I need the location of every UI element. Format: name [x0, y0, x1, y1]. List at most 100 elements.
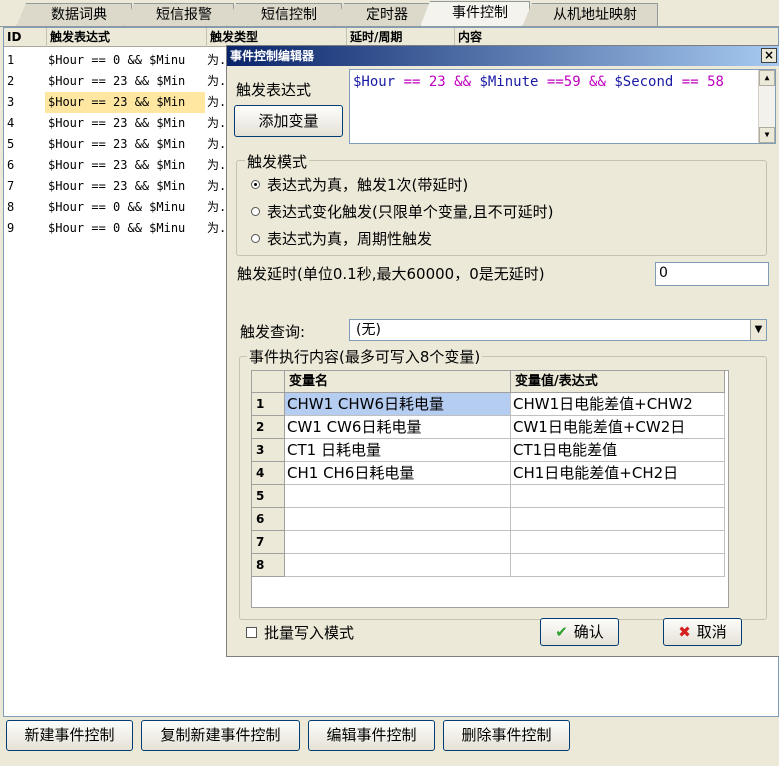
- grid-row-number[interactable]: 8: [252, 554, 285, 577]
- grid-row-number[interactable]: 1: [252, 393, 285, 416]
- delay-input[interactable]: 0: [655, 262, 769, 286]
- grid-header-name[interactable]: 变量名: [285, 371, 511, 393]
- list-row[interactable]: 4 $Hour == 23 && $Min 为.: [4, 113, 234, 134]
- expression-scrollbar[interactable]: ▲ ▼: [758, 70, 775, 143]
- tab-label: 事件控制: [452, 5, 508, 21]
- tab-slave-address-map[interactable]: 从机地址映射: [522, 3, 658, 27]
- tab-label: 短信报警: [156, 7, 212, 23]
- row-expression: $Hour == 23 && $Min: [48, 74, 186, 88]
- close-icon[interactable]: ×: [761, 48, 777, 63]
- list-row[interactable]: 2 $Hour == 23 && $Min 为.: [4, 71, 234, 92]
- grid-cell-name[interactable]: [285, 531, 511, 554]
- mode-radio-periodic[interactable]: [251, 234, 260, 243]
- list-row[interactable]: 6 $Hour == 23 && $Min 为.: [4, 155, 234, 176]
- dialog-title-bar[interactable]: 事件控制编辑器 ×: [227, 46, 779, 66]
- grid-cell-name[interactable]: CHW1 CHW6日耗电量: [285, 393, 511, 416]
- mode-radio-once[interactable]: [251, 180, 260, 189]
- row-id: 5: [7, 137, 15, 151]
- query-selected-value: (无): [356, 322, 381, 338]
- scroll-up-icon[interactable]: ▲: [759, 70, 775, 86]
- list-row[interactable]: 1 $Hour == 0 && $Minu 为.: [4, 50, 234, 71]
- list-row[interactable]: 9 $Hour == 0 && $Minu 为.: [4, 218, 234, 239]
- column-expression[interactable]: 触发表达式: [47, 28, 207, 47]
- tab-sms-alarm[interactable]: 短信报警: [124, 3, 234, 27]
- grid-cell-value[interactable]: CHW1日电能差值+CHW2: [511, 393, 725, 416]
- batch-write-checkbox[interactable]: [246, 627, 257, 638]
- edit-event-button[interactable]: 编辑事件控制: [308, 720, 435, 751]
- delay-label: 触发延时(单位0.1秒,最大60000，0是无延时): [237, 265, 545, 283]
- list-row[interactable]: 7 $Hour == 23 && $Min 为.: [4, 176, 234, 197]
- grid-cell-value[interactable]: CH1日电能差值+CH2日: [511, 462, 725, 485]
- mode-label-periodic[interactable]: 表达式为真，周期性触发: [267, 228, 432, 249]
- expression-token: ==: [538, 74, 564, 90]
- grid-cell-name[interactable]: [285, 485, 511, 508]
- batch-write-label[interactable]: 批量写入模式: [264, 622, 354, 643]
- copy-new-event-button[interactable]: 复制新建事件控制: [141, 720, 300, 751]
- tab-label: 从机地址映射: [553, 7, 637, 23]
- list-row[interactable]: 8 $Hour == 0 && $Minu 为.: [4, 197, 234, 218]
- tab-event-control[interactable]: 事件控制: [420, 1, 530, 27]
- expression-token: $Minute: [479, 74, 539, 90]
- grid-cell-name[interactable]: [285, 554, 511, 577]
- variable-grid[interactable]: 变量名 变量值/表达式 1 CHW1 CHW6日耗电量 CHW1日电能差值+CH…: [251, 370, 729, 608]
- grid-header-value[interactable]: 变量值/表达式: [511, 371, 725, 393]
- grid-cell-name[interactable]: CT1 日耗电量: [285, 439, 511, 462]
- row-id: 1: [7, 53, 15, 67]
- ok-button[interactable]: ✔ 确认: [540, 618, 619, 646]
- row-id: 9: [7, 221, 15, 235]
- event-control-editor-dialog: 事件控制编辑器 × 触发表达式 添加变量 $Hour == 23 && $Min…: [226, 45, 779, 657]
- check-icon: ✔: [555, 623, 568, 641]
- grid-cell-value[interactable]: [511, 485, 725, 508]
- row-expression: $Hour == 23 && $Min: [48, 158, 186, 172]
- grid-row-number[interactable]: 5: [252, 485, 285, 508]
- cancel-button[interactable]: ✖ 取消: [663, 618, 742, 646]
- tab-sms-control[interactable]: 短信控制: [226, 3, 342, 27]
- tab-data-dictionary[interactable]: 数据词典: [16, 3, 132, 27]
- chevron-down-icon[interactable]: ▼: [750, 320, 766, 340]
- expression-token: ==: [673, 74, 708, 90]
- list-row-selected[interactable]: 3 $Hour == 23 && $Min 为.: [4, 92, 234, 113]
- expression-token: 59: [563, 74, 581, 90]
- column-id[interactable]: ID: [4, 28, 47, 47]
- expression-input[interactable]: $Hour == 23 && $Minute ==59 && $Second =…: [349, 69, 776, 144]
- grid-row-number[interactable]: 3: [252, 439, 285, 462]
- grid-row-number[interactable]: 7: [252, 531, 285, 554]
- tab-strip: 数据词典 短信报警 短信控制 定时器 事件控制 从机地址映射: [0, 0, 779, 27]
- grid-cell-value[interactable]: CT1日电能差值: [511, 439, 725, 462]
- grid-cell-name[interactable]: CW1 CW6日耗电量: [285, 416, 511, 439]
- row-id: 3: [7, 95, 15, 109]
- grid-cell-name[interactable]: [285, 508, 511, 531]
- trigger-mode-title: 触发模式: [245, 151, 310, 172]
- expression-token: 23: [428, 74, 446, 90]
- mode-radio-change[interactable]: [251, 207, 260, 216]
- ok-label: 确认: [573, 623, 604, 641]
- row-expression: $Hour == 0 && $Minu: [48, 200, 186, 214]
- mode-label-change[interactable]: 表达式变化触发(只限单个变量,且不可延时): [267, 201, 553, 222]
- grid-corner: [252, 371, 285, 393]
- row-expression: $Hour == 23 && $Min: [48, 116, 186, 130]
- expression-token: ==: [395, 74, 429, 90]
- grid-cell-value[interactable]: CW1日电能差值+CW2日: [511, 416, 725, 439]
- grid-cell-value[interactable]: [511, 531, 725, 554]
- mode-label-once[interactable]: 表达式为真，触发1次(带延时): [267, 174, 468, 195]
- cross-icon: ✖: [678, 623, 691, 641]
- tab-label: 短信控制: [261, 7, 317, 23]
- list-row[interactable]: 5 $Hour == 23 && $Min 为.: [4, 134, 234, 155]
- grid-row-number[interactable]: 2: [252, 416, 285, 439]
- add-variable-button[interactable]: 添加变量: [234, 105, 343, 137]
- grid-row-number[interactable]: 6: [252, 508, 285, 531]
- new-event-button[interactable]: 新建事件控制: [6, 720, 133, 751]
- grid-row-number[interactable]: 4: [252, 462, 285, 485]
- row-id: 7: [7, 179, 15, 193]
- grid-cell-value[interactable]: [511, 508, 725, 531]
- grid-cell-value[interactable]: [511, 554, 725, 577]
- row-expression: $Hour == 23 && $Min: [45, 92, 205, 113]
- row-expression: $Hour == 23 && $Min: [48, 179, 186, 193]
- delete-event-button[interactable]: 删除事件控制: [443, 720, 570, 751]
- expression-token: $Hour: [353, 74, 396, 90]
- grid-cell-name[interactable]: CH1 CH6日耗电量: [285, 462, 511, 485]
- tab-label: 数据词典: [51, 7, 107, 23]
- tab-timer[interactable]: 定时器: [334, 3, 430, 27]
- query-select[interactable]: (无) ▼: [349, 319, 767, 341]
- scroll-down-icon[interactable]: ▼: [759, 127, 775, 143]
